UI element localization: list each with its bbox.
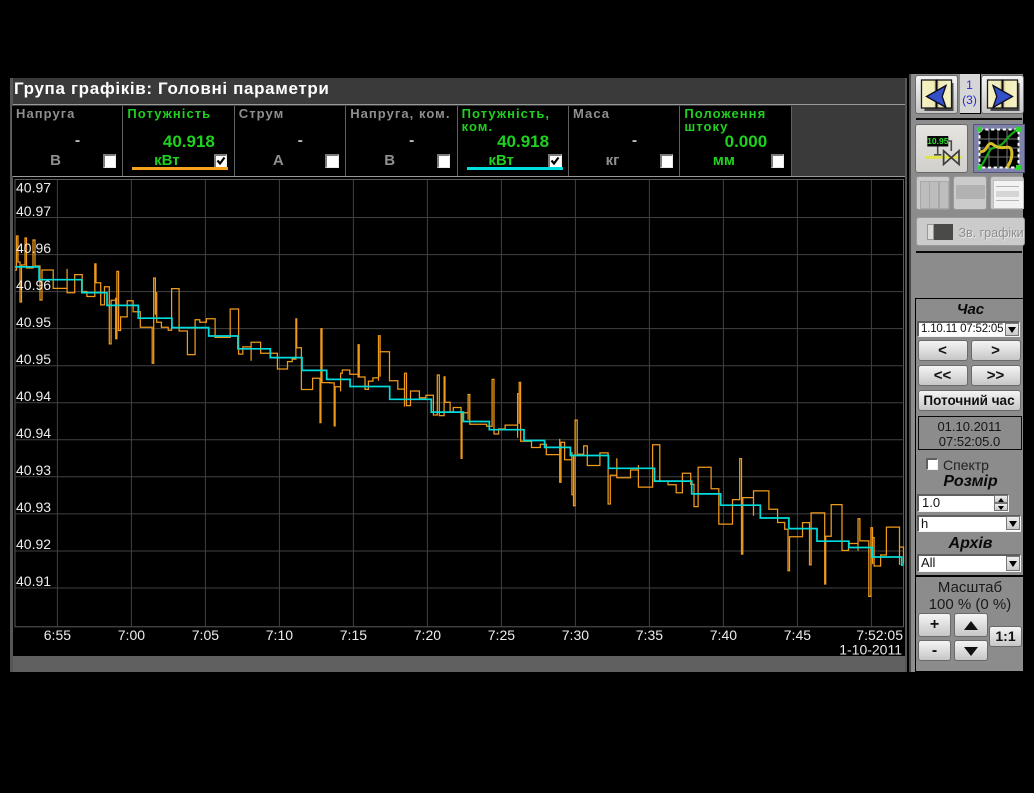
svg-text:40.96: 40.96	[16, 277, 51, 293]
svg-text:7:05: 7:05	[192, 627, 219, 643]
svg-text:40.92: 40.92	[16, 536, 51, 552]
svg-text:7:10: 7:10	[266, 627, 293, 643]
svg-text:7:35: 7:35	[636, 627, 663, 643]
svg-text:40.95: 40.95	[16, 314, 51, 330]
svg-text:7:25: 7:25	[488, 627, 515, 643]
svg-text:7:30: 7:30	[562, 627, 589, 643]
svg-text:7:40: 7:40	[710, 627, 737, 643]
svg-text:40.94: 40.94	[16, 425, 51, 441]
svg-text:40.97: 40.97	[16, 180, 51, 196]
svg-text:7:45: 7:45	[784, 627, 811, 643]
svg-text:40.93: 40.93	[16, 499, 51, 515]
svg-text:7:15: 7:15	[340, 627, 367, 643]
svg-text:6:55: 6:55	[44, 627, 71, 643]
svg-text:7:20: 7:20	[414, 627, 441, 643]
svg-text:10.95: 10.95	[927, 136, 949, 146]
svg-text:40.94: 40.94	[16, 388, 51, 404]
svg-text:40.95: 40.95	[16, 351, 51, 367]
svg-text:40.96: 40.96	[16, 240, 51, 256]
svg-text:1-10-2011: 1-10-2011	[839, 642, 902, 657]
svg-text:40.97: 40.97	[16, 203, 51, 219]
svg-text:40.93: 40.93	[16, 462, 51, 478]
svg-text:7:00: 7:00	[118, 627, 145, 643]
svg-text:40.91: 40.91	[16, 573, 51, 589]
